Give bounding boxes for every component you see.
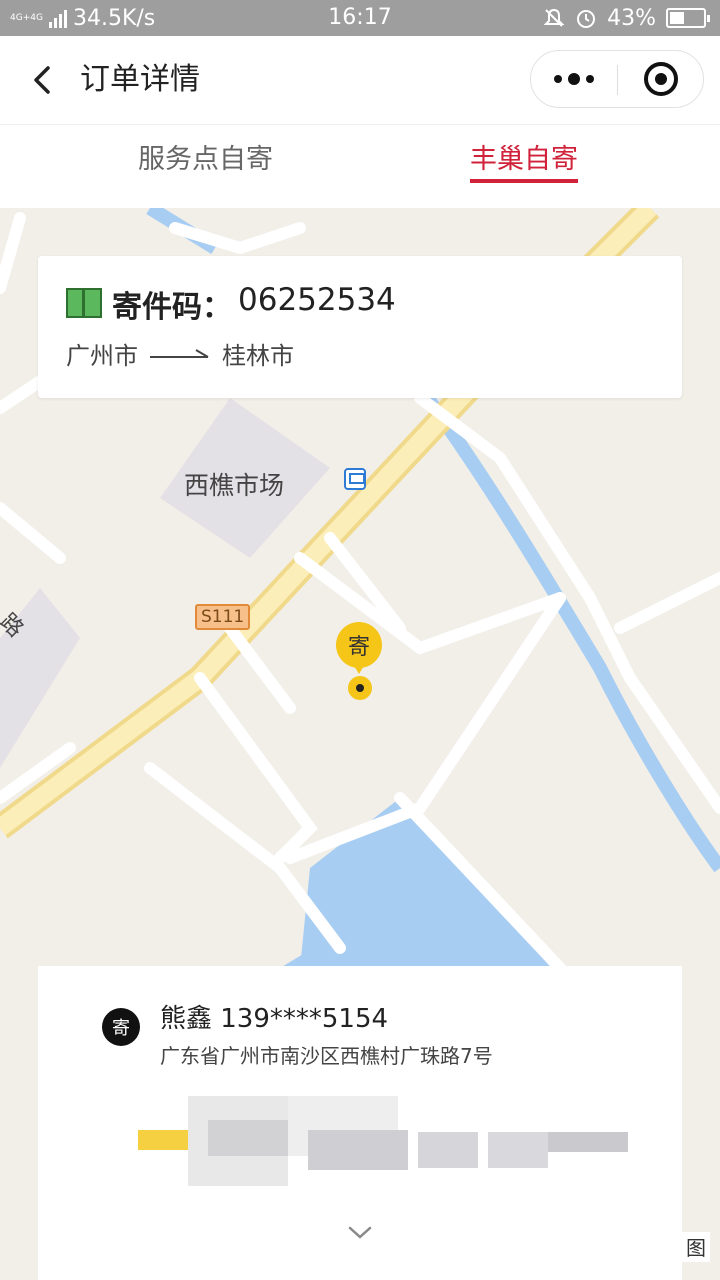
nav-header: 订单详情 [0,36,720,124]
battery-level [670,12,684,24]
chevron-down-icon[interactable] [348,1226,372,1240]
route: 广州市 桂林市 [66,336,294,371]
arrow-right-icon [150,348,209,358]
more-dots-icon-right [586,75,594,83]
mute-icon [543,8,565,27]
tab-hive-box[interactable]: 丰巢自寄 [470,125,578,209]
corner-mark: 图 [682,1232,710,1262]
pickup-code-card: 寄件码： 06252534 广州市 桂林市 [38,256,682,398]
locker-icon [66,288,102,318]
close-button[interactable] [618,51,704,107]
battery-percent: 43% [607,5,656,31]
chevron-left-icon[interactable] [26,62,62,98]
code-value: 06252534 [238,282,396,318]
tab-service-point[interactable]: 服务点自寄 [138,125,273,209]
alarm-icon [577,10,596,28]
pin-label: 寄 [336,622,382,668]
battery-icon [666,8,710,28]
bus-stop-icon [344,468,366,490]
sender-card: 寄 熊鑫 139****5154 广东省广州市南沙区西樵村广珠路7号 [38,966,682,1280]
more-dots-icon-center [568,73,580,85]
sender-badge: 寄 [102,1008,140,1046]
route-to: 桂林市 [222,342,294,370]
more-button[interactable] [531,51,617,107]
sender-address: 广东省广州市南沙区西樵村广珠路7号 [160,1044,493,1068]
redacted-content [98,1096,638,1186]
tab-bar: 服务点自寄 丰巢自寄 [0,124,720,208]
page-title: 订单详情 [80,62,200,97]
code-label: 寄件码： [112,290,232,325]
pin-tail [353,664,365,674]
status-bar: 4G+4G 34.5K/s 16:17 43% [0,0,720,36]
sender-name-phone: 熊鑫 139****5154 [160,1004,389,1034]
status-right: 43% [543,0,710,36]
capsule-menu [530,50,704,108]
more-dots-icon [554,75,562,83]
target-icon [644,62,678,96]
location-dot-icon [348,676,372,700]
road-badge-s111: S111 [195,604,251,630]
map-label-market: 西樵市场 [184,471,285,500]
route-from: 广州市 [66,342,138,370]
location-pin[interactable]: 寄 [336,622,384,682]
